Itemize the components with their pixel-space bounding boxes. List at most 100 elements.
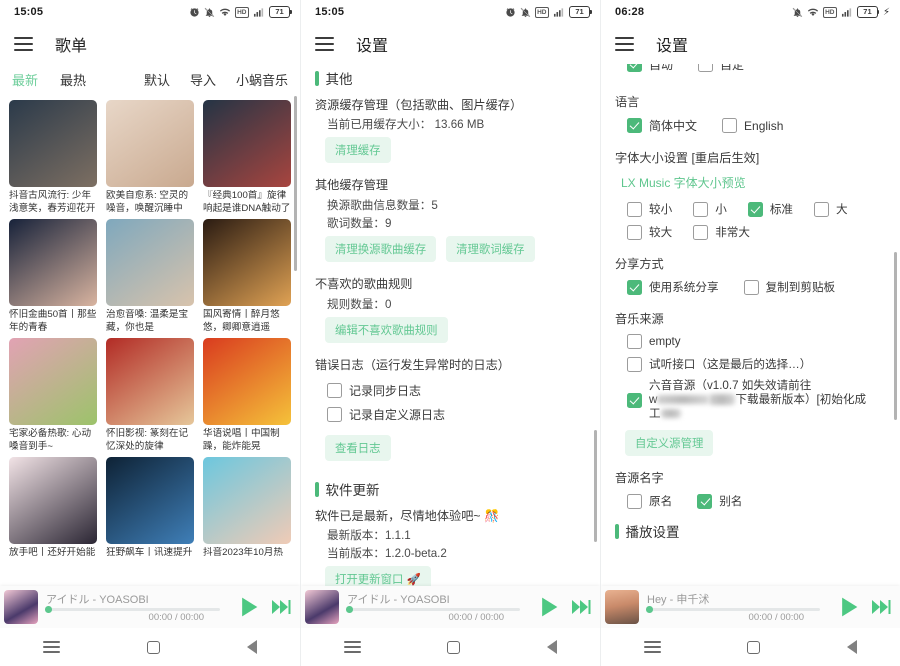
clear-cache-button[interactable]: 清理缓存 [325,137,391,163]
font-small-checkbox[interactable] [693,201,709,217]
font-option-huge[interactable]: 非常大 [693,224,750,240]
partial-option-1[interactable]: 自动 [627,64,673,73]
progress-bar[interactable] [45,606,220,613]
tab-hottest[interactable]: 最热 [60,70,86,89]
progress-handle[interactable] [346,606,353,613]
source-option-trial-row[interactable]: 试听接口（这是最后的选择…） [627,356,886,372]
source-name-alias-checkbox[interactable] [697,493,713,509]
font-standard-checkbox[interactable] [747,201,763,217]
sync-log-row[interactable]: 记录同步日志 [327,382,586,399]
source-name-option-alias[interactable]: 别名 [697,493,742,509]
font-option-larger[interactable]: 较大 [627,224,672,240]
home-icon[interactable] [146,640,160,654]
playlist-cover[interactable] [106,338,194,425]
back-icon[interactable] [846,640,857,654]
share-system-checkbox[interactable] [627,279,642,295]
partial-checkbox-1[interactable] [627,64,642,72]
playlist-card[interactable]: 狂野飙车丨讯速提升 [106,457,194,572]
play-icon[interactable] [234,593,262,621]
hamburger-icon[interactable] [14,37,33,51]
playlist-cover[interactable] [203,457,291,544]
playlist-cover[interactable] [9,457,97,544]
playlist-card[interactable]: 欧美自愈系: 空灵的噪音，唤醒沉睡中 [106,100,194,215]
play-icon[interactable] [534,593,562,621]
album-art[interactable] [605,590,639,624]
playlist-card[interactable]: 华语说唱丨中国制躁，能炸能晃 [203,338,291,453]
playlist-cover[interactable] [203,100,291,187]
source-name-original-checkbox[interactable] [627,493,642,509]
playlist-cover[interactable] [203,219,291,306]
source-option-custom-row[interactable]: 六音音源（v1.0.7 如失效请前往 w 下载最新版本）[初始化成 工 [627,379,886,421]
font-smaller-checkbox[interactable] [627,201,642,217]
playlist-card[interactable]: 放手吧丨还好开始能 [9,457,97,572]
next-track-icon[interactable] [568,595,592,619]
partial-options[interactable]: 自动 自定 [627,64,886,73]
playlist-cover[interactable] [106,219,194,306]
playlist-cover[interactable] [9,338,97,425]
playlist-cover[interactable] [9,100,97,187]
language-option-en[interactable]: English [722,118,783,133]
back-icon[interactable] [246,640,257,654]
scrollbar-panel2[interactable] [594,430,597,542]
playlist-card[interactable]: 怀旧金曲50首丨那些年的青春 [9,219,97,334]
next-track-icon[interactable] [868,595,892,619]
album-art[interactable] [305,590,339,624]
progress-bar[interactable] [346,606,520,613]
tab-latest[interactable]: 最新 [12,70,38,89]
font-huge-checkbox[interactable] [693,224,709,240]
album-art[interactable] [4,590,38,624]
custom-source-log-checkbox[interactable] [327,407,342,422]
clear-lyric-cache-button[interactable]: 清理歌词缓存 [446,236,535,262]
source-option-empty-row[interactable]: empty [627,334,886,349]
custom-source-management-button[interactable]: 自定义源管理 [625,430,714,456]
playlist-cover[interactable] [9,219,97,306]
playlist-card[interactable]: 宅家必备热歌: 心动嗓音到手~ [9,338,97,453]
home-icon[interactable] [447,640,461,654]
tab-import[interactable]: 导入 [190,70,216,89]
progress-handle[interactable] [45,606,52,613]
font-option-large[interactable]: 大 [814,201,848,217]
font-size-preview-link[interactable]: LX Music 字体大小预览 [621,174,886,191]
font-large-checkbox[interactable] [814,201,830,217]
source-empty-checkbox[interactable] [627,334,642,349]
hamburger-icon[interactable] [615,37,634,51]
font-larger-checkbox[interactable] [627,224,642,240]
recents-icon[interactable] [644,641,662,653]
partial-checkbox-2[interactable] [698,64,714,72]
language-en-checkbox[interactable] [722,118,738,133]
playlist-card[interactable]: 怀旧影视: 篆刻在记忆深处的旋律 [106,338,194,453]
edit-dislike-rules-button[interactable]: 编辑不喜欢歌曲规则 [325,317,448,343]
share-option-system[interactable]: 使用系统分享 [627,279,719,295]
progress-handle[interactable] [646,606,653,613]
playlist-card[interactable]: 国风寄情丨醉月悠悠，卿卿意逍遥 [203,219,291,334]
source-trial-checkbox[interactable] [627,356,642,372]
recents-icon[interactable] [344,641,362,653]
partial-option-2[interactable]: 自定 [698,64,744,73]
custom-source-log-row[interactable]: 记录自定义源日志 [327,406,586,423]
font-option-small[interactable]: 小 [693,201,727,217]
sync-log-checkbox[interactable] [327,383,342,398]
share-option-clipboard[interactable]: 复制到剪贴板 [743,279,835,295]
share-clipboard-checkbox[interactable] [743,279,759,295]
font-option-smaller[interactable]: 较小 [627,201,672,217]
playlist-cover[interactable] [203,338,291,425]
recents-icon[interactable] [43,641,61,653]
playlist-card[interactable]: 治愈音嗓: 温柔是宝藏，你也是 [106,219,194,334]
clear-switch-source-cache-button[interactable]: 清理换源歌曲缓存 [325,236,437,262]
playlist-card[interactable]: 抖音2023年10月热 [203,457,291,572]
view-log-button[interactable]: 查看日志 [325,435,391,461]
playlist-cover[interactable] [106,457,194,544]
language-zh-checkbox[interactable] [627,118,642,133]
language-option-zh[interactable]: 简体中文 [627,117,697,134]
font-option-standard[interactable]: 标准 [747,201,793,217]
scrollbar-panel3[interactable] [894,252,897,420]
progress-bar[interactable] [646,606,820,613]
scrollbar-panel1[interactable] [294,96,297,271]
next-track-icon[interactable] [268,595,292,619]
home-icon[interactable] [747,640,761,654]
hamburger-icon[interactable] [315,37,334,51]
play-icon[interactable] [834,593,862,621]
back-icon[interactable] [546,640,557,654]
tab-xiaowo-music[interactable]: 小蜗音乐 [236,70,288,89]
playlist-card[interactable]: 『经典100首』旋律响起是谁DNA触动了 [203,100,291,215]
